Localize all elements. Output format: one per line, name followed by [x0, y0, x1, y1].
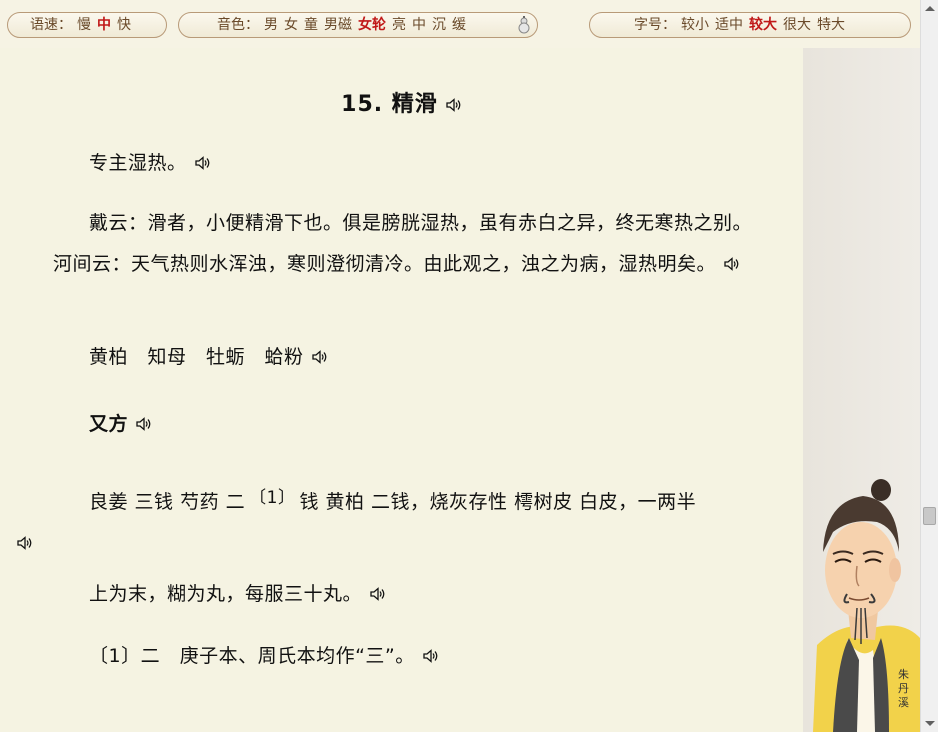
speaker-icon[interactable]: [370, 587, 386, 601]
voice-option[interactable]: 缓: [452, 17, 466, 33]
voice-option[interactable]: 中: [412, 17, 426, 33]
size-option[interactable]: 适中: [715, 17, 743, 33]
font-size-selector: 字号： 较小 适中 较大 很大 特大: [589, 12, 911, 38]
speed-option[interactable]: 慢: [77, 17, 91, 33]
paragraph-4: 又方: [53, 404, 753, 445]
footnote-text: 〔1〕二 庚子本、周氏本均作“三”。: [89, 645, 415, 667]
portrait-caption: 朱丹溪: [898, 668, 912, 710]
scroll-up-arrow-icon[interactable]: [925, 6, 935, 11]
top-toolbar: 语速：慢中快 音色：男女童男磁 女轮亮中沉缓 字号： 较小 适中 较大 很大 特大: [0, 0, 920, 48]
speaker-icon[interactable]: [194, 156, 211, 170]
voice-selector: 音色： 男女童男磁 女轮亮中沉缓: [178, 12, 538, 38]
voice-option[interactable]: 亮: [392, 17, 406, 33]
section-heading: 又方: [89, 413, 129, 435]
paragraph-2: 戴云：滑者，小便精滑下也。俱是膀胱湿热，虽有赤白之异，终无寒热之别。河间云：天气…: [53, 203, 753, 285]
paragraph-3: 黄柏 知母 牡蛎 蛤粉: [53, 337, 753, 378]
size-option[interactable]: 很大: [783, 17, 811, 33]
scroll-thumb[interactable]: [923, 507, 936, 525]
voice-option[interactable]: 女: [284, 17, 298, 33]
size-option[interactable]: 特大: [817, 17, 845, 33]
article-title-text: 15. 精滑: [341, 92, 438, 117]
paragraph-5: 良姜 三钱 芍药 二〔1〕钱 黄柏 二钱，烧灰存性 樗树皮 白皮，一两半: [17, 478, 753, 564]
scroll-down-arrow-icon[interactable]: [925, 721, 935, 726]
size-option[interactable]: 较小: [681, 17, 709, 33]
speaker-icon[interactable]: [446, 98, 462, 112]
speaker-icon[interactable]: [17, 536, 33, 550]
speed-selector: 语速： 慢中快: [7, 12, 167, 38]
paragraph-text: 黄柏 知母 牡蛎 蛤粉: [89, 346, 304, 368]
voice-label: 音色：: [217, 17, 259, 33]
gourd-icon[interactable]: [517, 16, 531, 34]
voice-option[interactable]: 童: [304, 17, 318, 33]
paragraph-1: 专主湿热。: [53, 143, 753, 184]
speaker-icon[interactable]: [724, 257, 740, 271]
vertical-scrollbar[interactable]: [920, 0, 938, 732]
size-option[interactable]: 较大: [749, 17, 777, 33]
portrait-caption-text: 朱丹溪: [898, 668, 909, 709]
voice-option[interactable]: 男磁: [324, 17, 352, 33]
voice-option[interactable]: 女轮: [358, 17, 386, 33]
speed-option[interactable]: 快: [117, 17, 131, 33]
speed-label: 语速：: [30, 17, 72, 33]
speaker-icon[interactable]: [311, 350, 328, 364]
voice-option[interactable]: 沉: [432, 17, 446, 33]
speaker-icon[interactable]: [423, 649, 439, 663]
speaker-icon[interactable]: [136, 417, 152, 431]
footnote: 〔1〕二 庚子本、周氏本均作“三”。: [53, 636, 753, 677]
footnote-ref[interactable]: 〔1〕: [249, 488, 295, 508]
paragraph-text: 上为末，糊为丸，每服三十丸。: [89, 583, 363, 605]
article-title: 15. 精滑: [0, 86, 803, 118]
size-label: 字号：: [634, 17, 676, 33]
paragraph-text: 钱 黄柏 二钱，烧灰存性 樗树皮 白皮，一两半: [299, 491, 697, 513]
paragraph-6: 上为末，糊为丸，每服三十丸。: [53, 574, 753, 615]
paragraph-text: 戴云：滑者，小便精滑下也。俱是膀胱湿热，虽有赤白之异，终无寒热之别。河间云：天气…: [53, 212, 753, 275]
paragraph-text: 良姜 三钱 芍药 二: [89, 491, 246, 513]
voice-option[interactable]: 男: [264, 17, 278, 33]
speed-option[interactable]: 中: [97, 17, 111, 33]
paragraph-text: 专主湿热。: [89, 152, 187, 174]
